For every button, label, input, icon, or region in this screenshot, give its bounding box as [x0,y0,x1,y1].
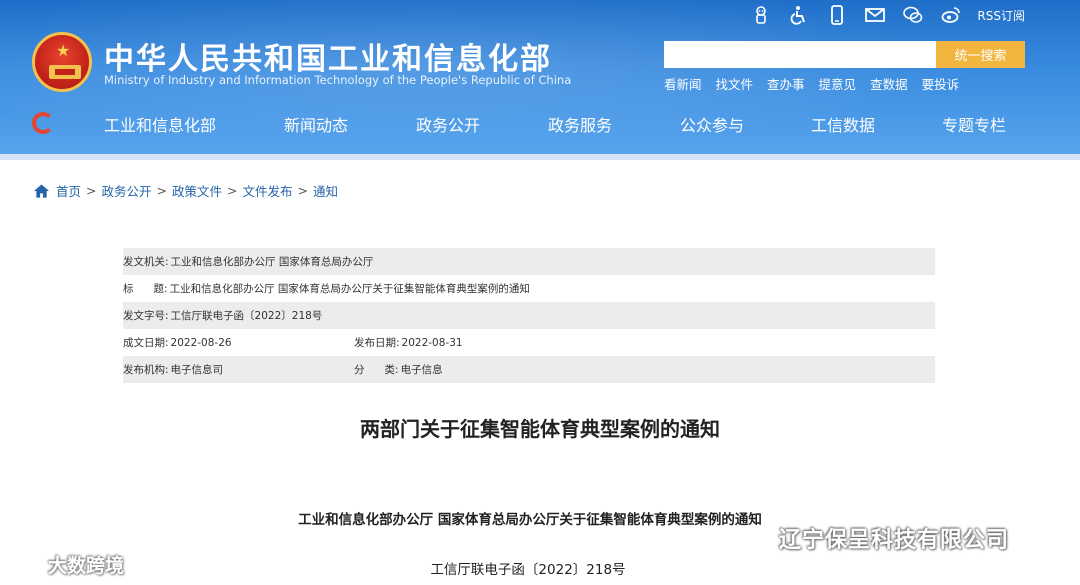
info-row-publisher: 发布机构: 电子信息司 分 类: 电子信息 [123,356,935,383]
info-row-dates: 成文日期: 2022-08-26 发布日期: 2022-08-31 [123,329,935,356]
info-row-doc-number: 发文字号: 工信厅联电子函〔2022〕218号 [123,302,935,329]
national-emblem-logo[interactable]: ★ [32,32,92,92]
header-divider [0,154,1080,160]
breadcrumb-separator: > [227,183,238,198]
rss-link[interactable]: RSS订阅 [977,7,1025,24]
mobile-icon[interactable] [825,4,849,26]
doc-number-label: 发文字号: [123,310,169,322]
title-value: 工业和信息化部办公厅 国家体育总局办公厅关于征集智能体育典型案例的通知 [169,283,530,295]
top-utility-bar: RSS订阅 [749,4,1025,26]
breadcrumb-separator: > [86,183,97,198]
main-nav: 工业和信息化部 新闻动态 政务公开 政务服务 公众参与 工信数据 专题专栏 [0,104,1080,144]
category-label: 分 类: [354,364,399,376]
breadcrumb-policy-files[interactable]: 政策文件 [172,181,222,200]
quick-links: 看新闻 找文件 查办事 提意见 查数据 要投诉 [664,74,959,93]
breadcrumb-government-affairs[interactable]: 政务公开 [102,181,152,200]
publish-date-value: 2022-08-31 [401,336,463,349]
category-value: 电子信息 [400,364,443,376]
nav-item-news[interactable]: 新闻动态 [284,112,348,136]
breadcrumb-separator: > [297,183,308,198]
article-title: 两部门关于征集智能体育典型案例的通知 [360,417,720,441]
quick-link-complaint[interactable]: 要投诉 [922,74,960,93]
info-row-title: 标 题: 工业和信息化部办公厅 国家体育总局办公厅关于征集智能体育典型案例的通知 [123,275,935,302]
watermark-right: 辽宁保呈科技有限公司 [735,522,1009,554]
quick-link-news[interactable]: 看新闻 [664,74,702,93]
nav-item-government-services[interactable]: 政务服务 [548,112,612,136]
title-label: 标 题: [123,283,168,295]
publish-date-label: 发布日期: [354,337,400,349]
created-date-value: 2022-08-26 [170,336,232,349]
breadcrumb-file-release[interactable]: 文件发布 [243,181,293,200]
star-icon: ★ [56,41,71,60]
robot-icon[interactable] [749,4,773,26]
accessibility-icon[interactable] [787,4,811,26]
document-info-table: 发文机关: 工业和信息化部办公厅 国家体育总局办公厅 标 题: 工业和信息化部办… [123,248,935,383]
article-doc-number: 工信厅联电子函〔2022〕218号 [430,562,626,578]
publisher-value: 电子信息司 [170,364,224,376]
tiananmen-icon [49,65,81,79]
watermark-right-text: 辽宁保呈科技有限公司 [779,528,1010,553]
nav-item-ministry[interactable]: 工业和信息化部 [104,112,216,136]
watermark-left: 大数跨境 [12,551,124,578]
nav-item-government-affairs[interactable]: 政务公开 [416,112,480,136]
site-subtitle: Ministry of Industry and Information Tec… [104,73,572,87]
e-gov-logo-icon[interactable] [32,112,54,134]
search-button[interactable]: 统一搜索 [936,41,1025,68]
mail-icon[interactable] [863,4,887,26]
quick-link-feedback[interactable]: 提意见 [819,74,857,93]
doc-number-value: 工信厅联电子函〔2022〕218号 [170,310,323,322]
created-date-label: 成文日期: [123,337,169,349]
nav-item-data[interactable]: 工信数据 [811,112,875,136]
breadcrumb-notice[interactable]: 通知 [313,181,338,200]
search-input[interactable] [664,41,936,68]
home-icon[interactable] [34,183,49,198]
breadcrumb: 首页 > 政务公开 > 政策文件 > 文件发布 > 通知 [34,181,338,200]
nav-item-special-topics[interactable]: 专题专栏 [942,112,1006,136]
issuer-value: 工业和信息化部办公厅 国家体育总局办公厅 [170,256,374,268]
watermark-logo-icon [12,555,41,574]
breadcrumb-separator: > [156,183,167,198]
site-title[interactable]: 中华人民共和国工业和信息化部 [104,34,552,78]
issuer-label: 发文机关: [123,256,169,268]
watermark-left-text: 大数跨境 [48,555,125,577]
quick-link-data[interactable]: 查数据 [870,74,908,93]
breadcrumb-home[interactable]: 首页 [56,181,81,200]
info-row-issuer: 发文机关: 工业和信息化部办公厅 国家体育总局办公厅 [123,248,935,275]
quick-link-services[interactable]: 查办事 [767,74,805,93]
quick-link-files[interactable]: 找文件 [716,74,754,93]
site-header: ★ 中华人民共和国工业和信息化部 Ministry of Industry an… [0,0,1080,160]
wechat-watermark-icon [735,524,770,552]
nav-item-public-participation[interactable]: 公众参与 [680,112,744,136]
weibo-icon[interactable] [939,4,963,26]
publisher-label: 发布机构: [123,364,169,376]
wechat-icon[interactable] [901,4,925,26]
